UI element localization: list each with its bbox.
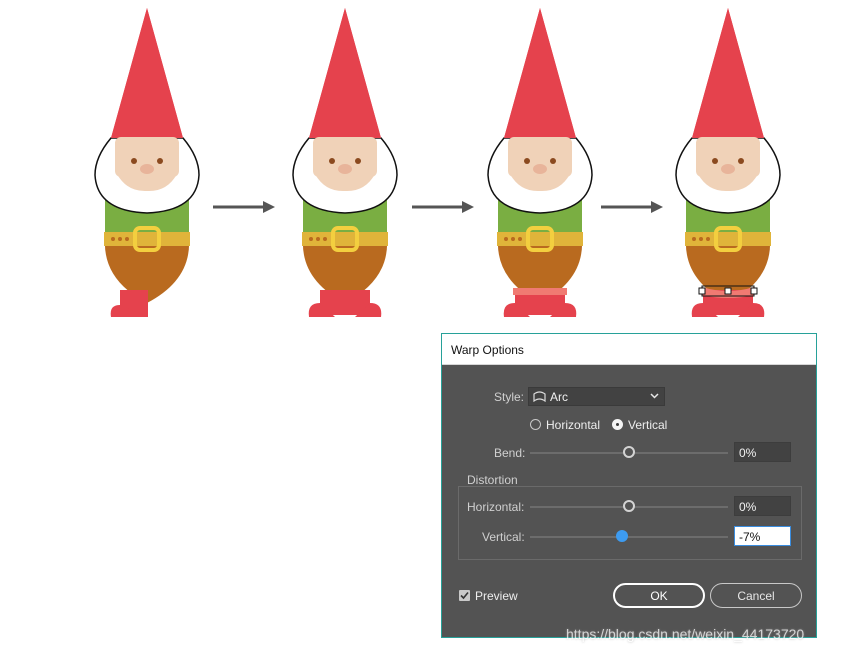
preview-checkbox[interactable] <box>459 590 470 601</box>
vertical-distortion-thumb[interactable] <box>616 530 628 542</box>
gnome-figure-4[interactable] <box>675 8 781 317</box>
arrow-icon <box>213 201 275 213</box>
bend-slider-thumb[interactable] <box>623 446 635 458</box>
preview-label[interactable]: Preview <box>475 589 518 603</box>
horizontal-distortion-thumb[interactable] <box>623 500 635 512</box>
vertical-distortion-input[interactable] <box>734 526 791 546</box>
horizontal-radio-label[interactable]: Horizontal <box>546 418 600 432</box>
style-dropdown[interactable]: Arc <box>528 387 665 406</box>
checkmark-icon <box>460 591 469 600</box>
vertical-radio[interactable] <box>612 419 623 430</box>
gnome-figure-1 <box>94 8 200 317</box>
style-label: Style: <box>494 390 525 404</box>
style-value: Arc <box>550 390 568 404</box>
arrow-icon <box>412 201 474 213</box>
gnome-figure-2 <box>292 8 398 317</box>
distortion-group-label: Distortion <box>467 473 518 487</box>
horizontal-distortion-label: Horizontal: <box>467 500 525 514</box>
cancel-button[interactable]: Cancel <box>710 583 802 608</box>
chevron-down-icon <box>650 393 659 399</box>
horizontal-radio[interactable] <box>530 419 541 430</box>
warp-options-dialog: Warp Options Style: Arc Horizontal Verti… <box>441 333 817 638</box>
watermark-text: https://blog.csdn.net/weixin_44173720 <box>566 626 805 642</box>
arc-icon <box>533 391 546 402</box>
ok-button[interactable]: OK <box>613 583 705 608</box>
dialog-title: Warp Options <box>451 343 524 357</box>
bend-input[interactable] <box>734 442 791 462</box>
artboard-canvas <box>94 8 781 317</box>
vertical-radio-label[interactable]: Vertical <box>628 418 667 432</box>
bend-label: Bend: <box>494 446 526 460</box>
horizontal-distortion-input[interactable] <box>734 496 791 516</box>
gnome-figure-3 <box>487 8 593 317</box>
vertical-distortion-label: Vertical: <box>482 530 525 544</box>
dialog-titlebar[interactable]: Warp Options <box>442 334 816 365</box>
vertical-distortion-track[interactable] <box>530 536 728 538</box>
arrow-icon <box>601 201 663 213</box>
